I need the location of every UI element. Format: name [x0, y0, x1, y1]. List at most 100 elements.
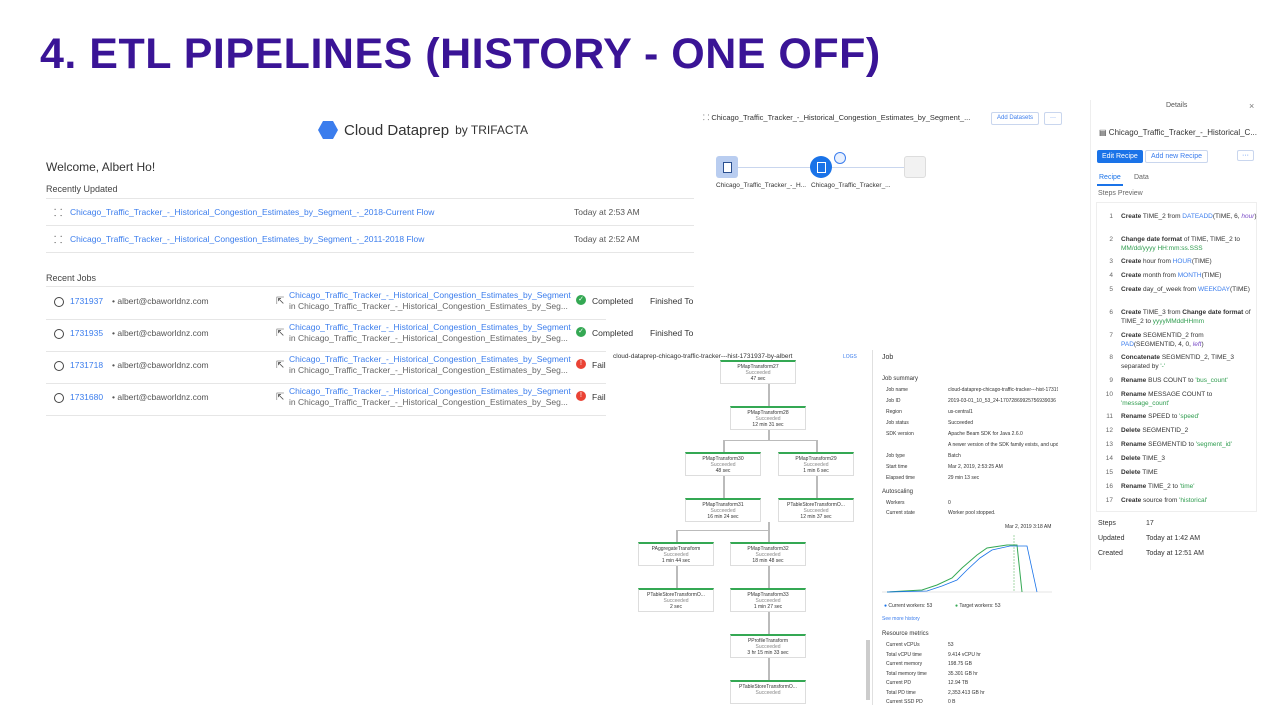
job-recipe-link[interactable]: Chicago_Traffic_Tracker_-_Historical_Con…: [289, 322, 571, 332]
job-user: • albert@cbaworldnz.com: [112, 392, 209, 402]
updated-value: Today at 1:42 AM: [1146, 535, 1201, 542]
step-number: 8: [1109, 354, 1113, 361]
recipe-node[interactable]: [810, 156, 832, 178]
error-circle-icon: !: [576, 391, 586, 401]
pipeline-step-node[interactable]: PProfileTransform Succeeded 3 hr 15 min 33…: [730, 634, 806, 658]
kv-value: 0 B: [948, 699, 956, 705]
step-text: Create day_of_week from WEEKDAY(TIME): [1121, 286, 1250, 293]
step-number: 17: [1105, 497, 1113, 504]
divider: [46, 286, 694, 287]
pipeline-step-node[interactable]: PMapTransform29 Succeeded 1 min 6 sec: [778, 452, 854, 476]
kv-value: A newer version of the SDK family exists…: [948, 442, 1058, 448]
edit-recipe-button[interactable]: Edit Recipe: [1097, 150, 1143, 163]
step-number: 1: [1109, 213, 1113, 220]
recent-jobs-label: Recent Jobs: [46, 273, 97, 283]
pipeline-step-node[interactable]: PAggregateTransform Succeeded 1 min 44 sec: [638, 542, 714, 566]
steps-label: Steps: [1098, 520, 1116, 527]
step-text: Rename BUS COUNT to 'bus_count': [1121, 377, 1228, 384]
step-number: 5: [1109, 286, 1113, 293]
step-number: 7: [1109, 332, 1113, 339]
kv-key: Current state: [886, 510, 915, 516]
recipe-more-button[interactable]: ···: [1237, 150, 1254, 161]
step-duration: 12 min 31 sec: [752, 422, 784, 428]
job-row[interactable]: 1731935 • albert@cbaworldnz.com ⇱ Chicago_T…: [54, 320, 694, 352]
dataset-node[interactable]: [716, 156, 738, 178]
flow-more-button[interactable]: ···: [1044, 112, 1062, 125]
dataprep-hex-icon: [318, 121, 338, 139]
job-user: • albert@cbaworldnz.com: [112, 360, 209, 370]
recipe-node-label: Chicago_Traffic_Tracker_...: [811, 182, 891, 189]
pipeline-step-node[interactable]: PMapTransform32 Succeeded 18 min 48 sec: [730, 542, 806, 566]
divider: [46, 252, 694, 253]
job-id-link[interactable]: 1731718: [70, 360, 103, 370]
job-recipe-link[interactable]: Chicago_Traffic_Tracker_-_Historical_Con…: [289, 386, 571, 396]
graph-edge: [676, 530, 769, 531]
step-duration: 3 hr 15 min 33 sec: [747, 650, 789, 656]
graph-scrollbar[interactable]: [866, 640, 870, 700]
step-text: Rename TIME_2 to 'time': [1121, 483, 1195, 490]
legend-target-text: Target workers: 53: [959, 603, 1001, 609]
job-recipe-link[interactable]: Chicago_Traffic_Tracker_-_Historical_Con…: [289, 290, 571, 300]
add-new-recipe-button[interactable]: Add new Recipe: [1145, 150, 1208, 163]
details-header: Details: [1166, 102, 1188, 109]
pipeline-step-node[interactable]: PMapTransform33 Succeeded 1 min 27 sec: [730, 588, 806, 612]
job-recipe-link[interactable]: Chicago_Traffic_Tracker_-_Historical_Con…: [289, 354, 571, 364]
job-flow-path: in Chicago_Traffic_Tracker_-_Historical_…: [289, 301, 568, 311]
kv-key: Job type: [886, 453, 905, 459]
job-finished: Finished To: [650, 328, 694, 338]
flow-row[interactable]: ⸬ Chicago_Traffic_Tracker_-_Historical_Co…: [54, 199, 694, 225]
kv-key: Total memory time: [886, 670, 927, 677]
pipeline-step-node[interactable]: PMapTransform31 Succeeded 16 min 24 sec: [685, 498, 761, 522]
legend-dot-icon: ●: [955, 603, 959, 609]
step-text: Rename MESSAGE COUNT to 'message_count': [1121, 391, 1213, 407]
legend-target-workers: ● Target workers: 53: [955, 603, 1000, 609]
job-id-link[interactable]: 1731935: [70, 328, 103, 338]
pipeline-step-node[interactable]: PTableStoreTransformO... Succeeded 12 min …: [778, 498, 854, 522]
divider: [46, 415, 606, 416]
steps-preview-label: Steps Preview: [1098, 190, 1143, 197]
job-row[interactable]: 1731680 • albert@cbaworldnz.com ⇱ Chicago_T…: [54, 384, 694, 416]
step-text: Create hour from HOUR(TIME): [1121, 258, 1212, 265]
kv-key: Job name: [886, 387, 908, 393]
kv-value: 29 min 13 sec: [948, 475, 980, 481]
created-label: Created: [1098, 550, 1123, 557]
pipeline-step-node[interactable]: PTableStoreTransformO... Succeeded 2 sec: [638, 588, 714, 612]
recently-updated-label: Recently Updated: [46, 184, 118, 194]
kv-value: 2,353.413 GB hr: [948, 689, 985, 696]
tab-data[interactable]: Data: [1134, 174, 1149, 181]
flow-row[interactable]: ⸬ Chicago_Traffic_Tracker_-_Historical_Co…: [54, 226, 694, 252]
pipeline-step-node[interactable]: PMapTransform27 Succeeded 47 sec: [720, 360, 796, 384]
job-row[interactable]: 1731937 • albert@cbaworldnz.com ⇱ Chicago_T…: [54, 288, 694, 320]
output-node[interactable]: [904, 156, 926, 178]
graph-edge: [816, 440, 818, 452]
see-more-history-link[interactable]: See more history: [882, 616, 920, 622]
close-icon[interactable]: ×: [1249, 101, 1254, 111]
autoscaling-label: Autoscaling: [882, 489, 914, 495]
flow-link[interactable]: Chicago_Traffic_Tracker_-_Historical_Con…: [70, 207, 434, 217]
pipeline-step-node[interactable]: PMapTransform30 Succeeded 48 sec: [685, 452, 761, 476]
flow-link[interactable]: Chicago_Traffic_Tracker_-_Historical_Con…: [70, 234, 424, 244]
graph-edge: [768, 430, 770, 440]
graph-edge: [768, 658, 770, 680]
add-datasets-button[interactable]: Add Datasets: [991, 112, 1039, 125]
search-badge-icon[interactable]: [834, 152, 846, 164]
job-flow-path: in Chicago_Traffic_Tracker_-_Historical_…: [289, 365, 568, 375]
job-row[interactable]: 1731718 • albert@cbaworldnz.com ⇱ Chicago_T…: [54, 352, 694, 384]
kv-key: Region: [886, 409, 902, 415]
pipeline-step-node[interactable]: PTableStoreTransformO... Succeeded: [730, 680, 806, 704]
step-text: Create TIME_2 from DATEADD(TIME, 6, hour…: [1121, 213, 1257, 220]
step-duration: 1 min 44 sec: [661, 558, 691, 564]
tab-recipe[interactable]: Recipe: [1099, 174, 1121, 181]
logs-button[interactable]: LOGS: [843, 354, 857, 360]
job-id-link[interactable]: 1731937: [70, 296, 103, 306]
step-text: Create TIME_3 from Change date format of…: [1121, 309, 1251, 325]
kv-value: Worker pool stopped.: [948, 510, 996, 516]
step-text: Concatenate SEGMENTID_2, TIME_3 separate…: [1121, 354, 1234, 370]
job-id-link[interactable]: 1731680: [70, 392, 103, 402]
dataprep-logo[interactable]: Cloud Dataprep by TRIFACTA: [318, 120, 528, 140]
step-duration: 2 sec: [670, 604, 682, 610]
step-number: 16: [1105, 483, 1113, 490]
pipeline-step-node[interactable]: PMapTransform28 Succeeded 12 min 31 sec: [730, 406, 806, 430]
kv-value: cloud-dataprep-chicago-traffic-tracker--…: [948, 387, 1058, 393]
clock-icon: [54, 297, 64, 307]
